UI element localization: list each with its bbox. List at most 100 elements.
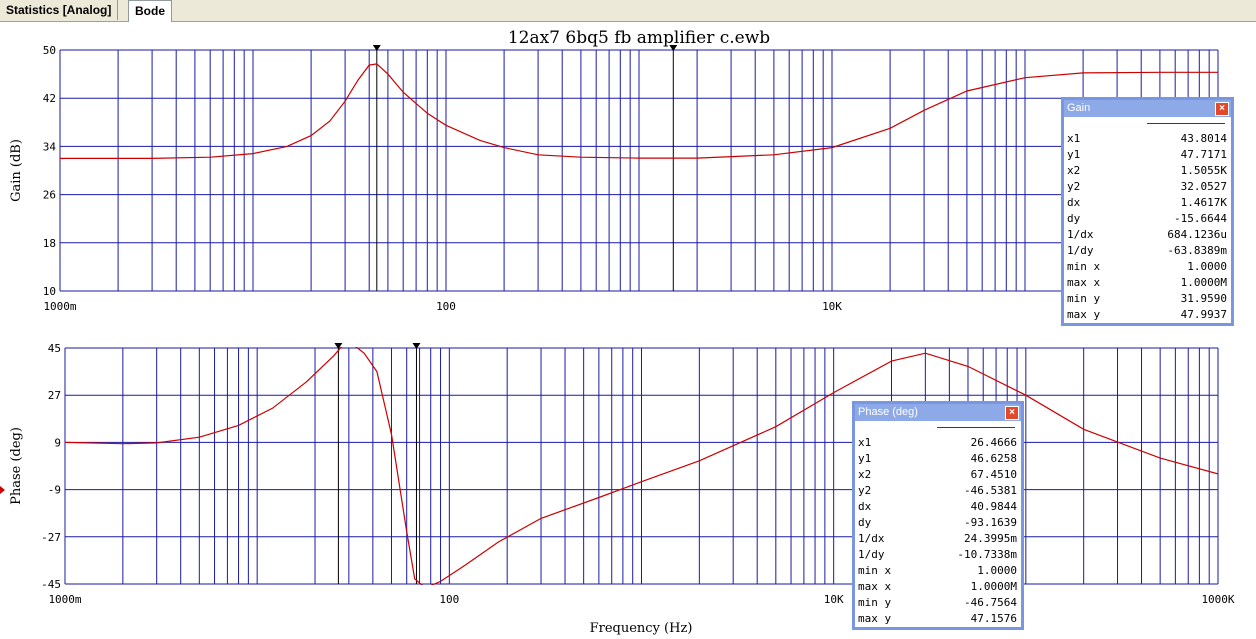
phase-legend-row: max y 47.1576 <box>855 611 1021 627</box>
phase-legend-key: dy <box>858 516 872 529</box>
phase-legend-key: dx <box>858 500 872 513</box>
phase-legend-value: 40.9844 <box>970 500 1017 513</box>
gain-legend-value: 43.8014 <box>1180 132 1227 145</box>
chart-title: 12ax7 6bq5 fb amplifier c.ewb <box>508 28 770 48</box>
gain-ytick-label: 50 <box>43 44 56 57</box>
phase-legend-key: max x <box>858 580 892 593</box>
phase-plot: 45 27 9 -9 -27 -45 1000m 100 10K 1000K Phase (deg)… <box>9 342 1235 636</box>
phase-legend-panel[interactable]: Phase (deg) × x1 26.4666 y1 46.6258 x2 67.451… <box>852 401 1024 630</box>
gain-legend-key: dx <box>1067 196 1081 209</box>
phase-xtick-label: 100 <box>439 593 459 606</box>
phase-legend-row: max x 1.0000M <box>855 579 1021 595</box>
gain-legend-key: min y <box>1067 292 1101 305</box>
gain-legend-row: x1 43.8014 <box>1064 131 1231 147</box>
phase-xtick-label: 1000K <box>1201 593 1234 606</box>
gain-legend-key: y1 <box>1067 148 1081 161</box>
phase-legend-key: x2 <box>858 468 872 481</box>
gain-legend-row: y2 32.0527 <box>1064 179 1231 195</box>
phase-legend-value: 46.6258 <box>970 452 1017 465</box>
gain-xtick-label: 100 <box>436 300 456 313</box>
close-icon[interactable]: × <box>1215 102 1229 116</box>
gain-ytick-label: 18 <box>43 237 56 250</box>
phase-legend-row: dx 40.9844 <box>855 499 1021 515</box>
tab-bode[interactable]: Bode <box>128 0 172 22</box>
gain-ytick-label: 26 <box>43 189 56 202</box>
gain-legend-value: 1.4617K <box>1180 196 1227 209</box>
gain-legend-value: 47.9937 <box>1180 308 1227 321</box>
phase-legend-row: min x 1.0000 <box>855 563 1021 579</box>
gain-legend-row: x2 1.5055K <box>1064 163 1231 179</box>
phase-legend-key: 1/dx <box>858 532 885 545</box>
phase-legend-row: y2 -46.5381 <box>855 483 1021 499</box>
phase-legend-row: x2 67.4510 <box>855 467 1021 483</box>
phase-legend-key: y1 <box>858 452 872 465</box>
gain-legend-row: max x 1.0000M <box>1064 275 1231 291</box>
phase-legend-value: 1.0000 <box>977 564 1017 577</box>
gain-legend-value: 1.5055K <box>1180 164 1227 177</box>
phase-legend-titlebar[interactable]: Phase (deg) × <box>855 404 1021 421</box>
tab-statistics[interactable]: Statistics [Analog] <box>0 0 119 20</box>
phase-legend-key: max y <box>858 612 892 625</box>
phase-legend-key: x1 <box>858 436 872 449</box>
phase-legend-key: min x <box>858 564 892 577</box>
phase-ytick-label: 9 <box>54 436 61 449</box>
x-axis-label: Frequency (Hz) <box>590 621 693 636</box>
gain-legend-value: 31.9590 <box>1180 292 1227 305</box>
phase-legend-row: y1 46.6258 <box>855 451 1021 467</box>
gain-legend-key: y2 <box>1067 180 1081 193</box>
phase-legend-value: 26.4666 <box>970 436 1017 449</box>
phase-legend-row: dy -93.1639 <box>855 515 1021 531</box>
phase-ytick-label: -45 <box>41 578 61 591</box>
gain-legend-value: 1.0000 <box>1187 260 1227 273</box>
phase-xtick-label: 10K <box>824 593 844 606</box>
phase-legend-value: 67.4510 <box>970 468 1017 481</box>
gain-legend-row: min y 31.9590 <box>1064 291 1231 307</box>
phase-legend-value: 47.1576 <box>970 612 1017 625</box>
gain-legend-value: 47.7171 <box>1180 148 1227 161</box>
gain-legend-row: max y 47.9937 <box>1064 307 1231 323</box>
gain-legend-row: dy -15.6644 <box>1064 211 1231 227</box>
gain-legend-row: y1 47.7171 <box>1064 147 1231 163</box>
phase-legend-key: y2 <box>858 484 872 497</box>
gain-legend-value: -63.8389m <box>1167 244 1227 257</box>
phase-legend-row: min y -46.7564 <box>855 595 1021 611</box>
phase-ytick-label: -27 <box>41 531 61 544</box>
gain-legend-value: 684.1236u <box>1167 228 1227 241</box>
phase-legend-row: x1 26.4666 <box>855 435 1021 451</box>
gain-legend-row: min x 1.0000 <box>1064 259 1231 275</box>
phase-legend-value: 24.3995m <box>964 532 1017 545</box>
gain-ytick-label: 34 <box>43 140 57 153</box>
gain-legend-value: -15.6644 <box>1174 212 1227 225</box>
gain-legend-title: Gain <box>1067 102 1091 114</box>
phase-legend-value: 1.0000M <box>970 580 1017 593</box>
phase-legend-title: Phase (deg) <box>858 406 918 418</box>
gain-legend-titlebar[interactable]: Gain × <box>1064 100 1231 117</box>
gain-ytick-label: 42 <box>43 92 56 105</box>
phase-ytick-label: 27 <box>48 389 61 402</box>
gain-legend-value: 1.0000M <box>1180 276 1227 289</box>
tab-bar: Statistics [Analog] Bode <box>0 0 1256 22</box>
close-icon[interactable]: × <box>1005 406 1019 420</box>
gain-legend-key: dy <box>1067 212 1081 225</box>
gain-ylabel: Gain (dB) <box>9 139 24 202</box>
gain-legend-key: max x <box>1067 276 1101 289</box>
gain-ytick-label: 10 <box>43 285 56 298</box>
gain-legend-key: max y <box>1067 308 1101 321</box>
phase-xtick-label: 1000m <box>48 593 81 606</box>
gain-xtick-label: 1000m <box>43 300 76 313</box>
phase-ytick-label: 45 <box>48 342 61 355</box>
gain-plot: 5042342618101000m10010KKGain (dB)12ax7 6… <box>9 28 1222 313</box>
gain-legend-key: min x <box>1067 260 1101 273</box>
gain-legend-row: 1/dy -63.8389m <box>1064 243 1231 259</box>
phase-legend-row: 1/dy -10.7338m <box>855 547 1021 563</box>
phase-ytick-label: -9 <box>48 484 61 497</box>
phase-legend-value: -10.7338m <box>957 548 1017 561</box>
gain-legend-key: x2 <box>1067 164 1081 177</box>
gain-legend-key: 1/dx <box>1067 228 1094 241</box>
gain-xtick-label: 10K <box>822 300 842 313</box>
phase-legend-key: 1/dy <box>858 548 885 561</box>
gain-legend-panel[interactable]: Gain × x1 43.8014 y1 47.7171 x2 1.5055K y2 32.0… <box>1061 97 1234 326</box>
phase-legend-value: -46.5381 <box>964 484 1017 497</box>
active-trace-marker <box>0 486 5 494</box>
gain-legend-row: dx 1.4617K <box>1064 195 1231 211</box>
